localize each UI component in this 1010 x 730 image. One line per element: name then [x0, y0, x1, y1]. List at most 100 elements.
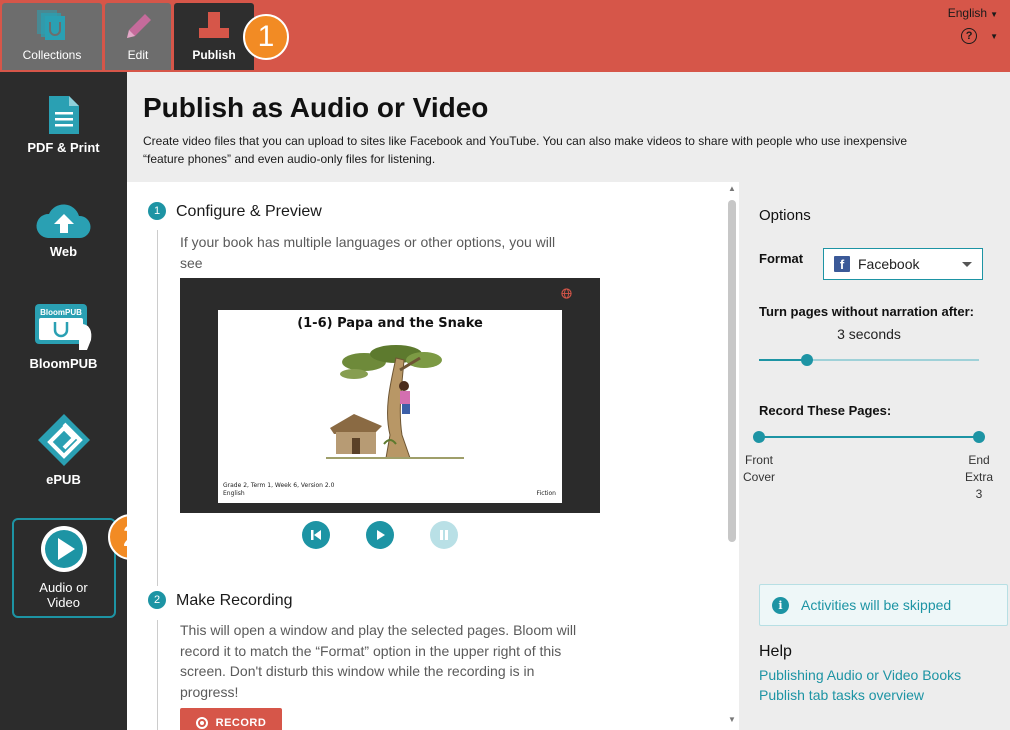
record-button[interactable]: RECORD — [180, 708, 282, 730]
sidebar-item-pdf-print[interactable]: PDF & Print — [0, 94, 127, 155]
collections-icon — [37, 10, 65, 40]
step-number-badge: 1 — [148, 202, 166, 220]
book-illustration — [326, 345, 464, 459]
svg-text:BloomPUB: BloomPUB — [40, 308, 82, 317]
info-icon: i — [772, 596, 789, 614]
sidebar-item-epub[interactable]: ePUB — [0, 412, 127, 487]
page-turn-slider[interactable] — [759, 354, 979, 366]
help-link-audio-video[interactable]: Publishing Audio or Video Books — [759, 667, 961, 683]
facebook-icon: f — [834, 256, 850, 272]
page-range-start-thumb[interactable] — [753, 431, 765, 443]
step-description: This will open a window and play the sel… — [180, 620, 580, 702]
step-text-line: If your book has multiple languages or o… — [180, 234, 556, 271]
description-line: “feature phones” and even audio-only fil… — [143, 152, 436, 166]
page-title: Publish as Audio or Video — [143, 92, 489, 123]
page-description: Create video files that you can upload t… — [143, 132, 923, 168]
options-title: Options — [759, 207, 811, 224]
book-preview: (1-6) Papa and the Snake Grade 2, Term 1… — [180, 278, 600, 513]
step-number-badge: 2 — [148, 591, 166, 609]
globe-icon[interactable] — [561, 288, 572, 299]
page-range-slider[interactable] — [753, 431, 985, 443]
page-range-end-thumb[interactable] — [973, 431, 985, 443]
ui-language-menu[interactable]: English ▼ — [948, 6, 998, 20]
tab-collections[interactable]: Collections — [2, 3, 102, 70]
step-text-line: progress! — [180, 683, 239, 700]
tab-publish[interactable]: Publish — [174, 3, 254, 70]
turn-pages-value: 3 seconds — [837, 326, 901, 342]
pause-button[interactable] — [430, 521, 458, 549]
page-turn-slider-thumb[interactable] — [801, 354, 813, 366]
skip-to-start-icon — [311, 530, 321, 540]
activities-notice: i Activities will be skipped — [759, 584, 1008, 626]
step-text-line: This will open a window and play the sel… — [180, 622, 577, 638]
chevron-down-icon: ▼ — [990, 31, 998, 41]
help-link-publish-overview[interactable]: Publish tab tasks overview — [759, 687, 924, 703]
turn-pages-label: Turn pages without narration after: — [759, 304, 974, 319]
publish-icon — [199, 12, 229, 38]
notice-text: Activities will be skipped — [801, 597, 952, 613]
publish-sidebar: PDF & Print Web BloomPUB BloomPUB ePUB A… — [0, 72, 127, 730]
step-title: Make Recording — [176, 592, 293, 609]
range-label-line: 3 — [975, 487, 983, 501]
sidebar-item-label: ePUB — [46, 472, 81, 487]
help-menu[interactable]: ? ▼ — [961, 28, 998, 44]
scroll-up-arrow-icon[interactable]: ▲ — [728, 184, 736, 193]
main-panel: 1 Configure & Preview If your book has m… — [127, 182, 725, 730]
help-question-icon: ? — [961, 28, 978, 44]
top-bar: Collections Edit Publish English ▼ ? ▼ — [0, 0, 1010, 72]
sidebar-item-label: Audio or — [39, 580, 88, 595]
range-label-line: Extra — [964, 470, 993, 484]
sidebar-item-label: PDF & Print — [27, 140, 100, 155]
sidebar-item-bloompub[interactable]: BloomPUB BloomPUB — [0, 302, 127, 371]
format-select-value: Facebook — [858, 256, 920, 272]
chevron-down-icon — [962, 262, 972, 267]
sidebar-item-web[interactable]: Web — [0, 200, 127, 259]
pdf-document-icon — [48, 96, 79, 134]
scrollbar-thumb[interactable] — [728, 200, 736, 542]
help-title: Help — [759, 643, 792, 660]
book-page: (1-6) Papa and the Snake Grade 2, Term 1… — [218, 310, 562, 503]
tab-edit[interactable]: Edit — [105, 3, 171, 70]
play-button[interactable] — [366, 521, 394, 549]
record-button-label: RECORD — [215, 717, 267, 729]
step-connector-line — [157, 620, 158, 730]
page-header: Publish as Audio or Video Create video f… — [127, 72, 1010, 182]
range-start-label: Front Cover — [739, 452, 779, 486]
tab-collections-label: Collections — [22, 48, 82, 62]
step-text-line: record it to match the “Format” option i… — [180, 642, 562, 659]
book-footer-meta: Grade 2, Term 1, Week 6, Version 2.0 — [223, 482, 335, 489]
step-title: Configure & Preview — [176, 203, 322, 220]
format-label: Format — [759, 251, 804, 266]
tab-edit-label: Edit — [127, 48, 149, 62]
epub-icon — [37, 414, 90, 466]
step-text-line: screen. Don't disturb this window while … — [180, 663, 535, 679]
restart-button[interactable] — [302, 521, 330, 549]
options-panel: Options Format f Facebook Turn pages wit… — [739, 182, 1010, 730]
play-icon — [377, 530, 385, 540]
chevron-down-icon: ▼ — [990, 10, 998, 19]
range-end-label: End Extra 3 — [959, 452, 999, 503]
book-title: (1-6) Papa and the Snake — [297, 316, 483, 331]
page-turn-slider-fill — [759, 359, 807, 361]
sidebar-item-label: BloomPUB — [29, 356, 98, 371]
page-turn-slider-rest — [807, 359, 979, 361]
range-label-line: End — [968, 453, 990, 467]
pencil-icon — [127, 14, 151, 38]
range-label-line: Cover — [742, 470, 775, 484]
tab-publish-label: Publish — [192, 48, 236, 62]
pause-icon — [440, 530, 448, 540]
record-pages-label: Record These Pages: — [759, 403, 892, 418]
book-footer-language: English — [223, 490, 245, 497]
scroll-down-arrow-icon[interactable]: ▼ — [728, 715, 736, 724]
callout-badge: 1 — [243, 14, 289, 60]
play-circle-icon — [40, 526, 87, 572]
range-label-line: Front — [744, 453, 773, 467]
format-select[interactable]: f Facebook — [823, 248, 983, 280]
main-scrollbar[interactable]: ▲ ▼ — [725, 182, 739, 730]
step-connector-line — [157, 230, 158, 586]
description-line: Create video files that you can upload t… — [143, 134, 908, 148]
sidebar-item-label: Web — [49, 244, 78, 259]
ui-language-label: English — [947, 6, 988, 20]
bloompub-icon: BloomPUB — [34, 304, 91, 350]
book-footer-genre: Fiction — [536, 490, 556, 497]
